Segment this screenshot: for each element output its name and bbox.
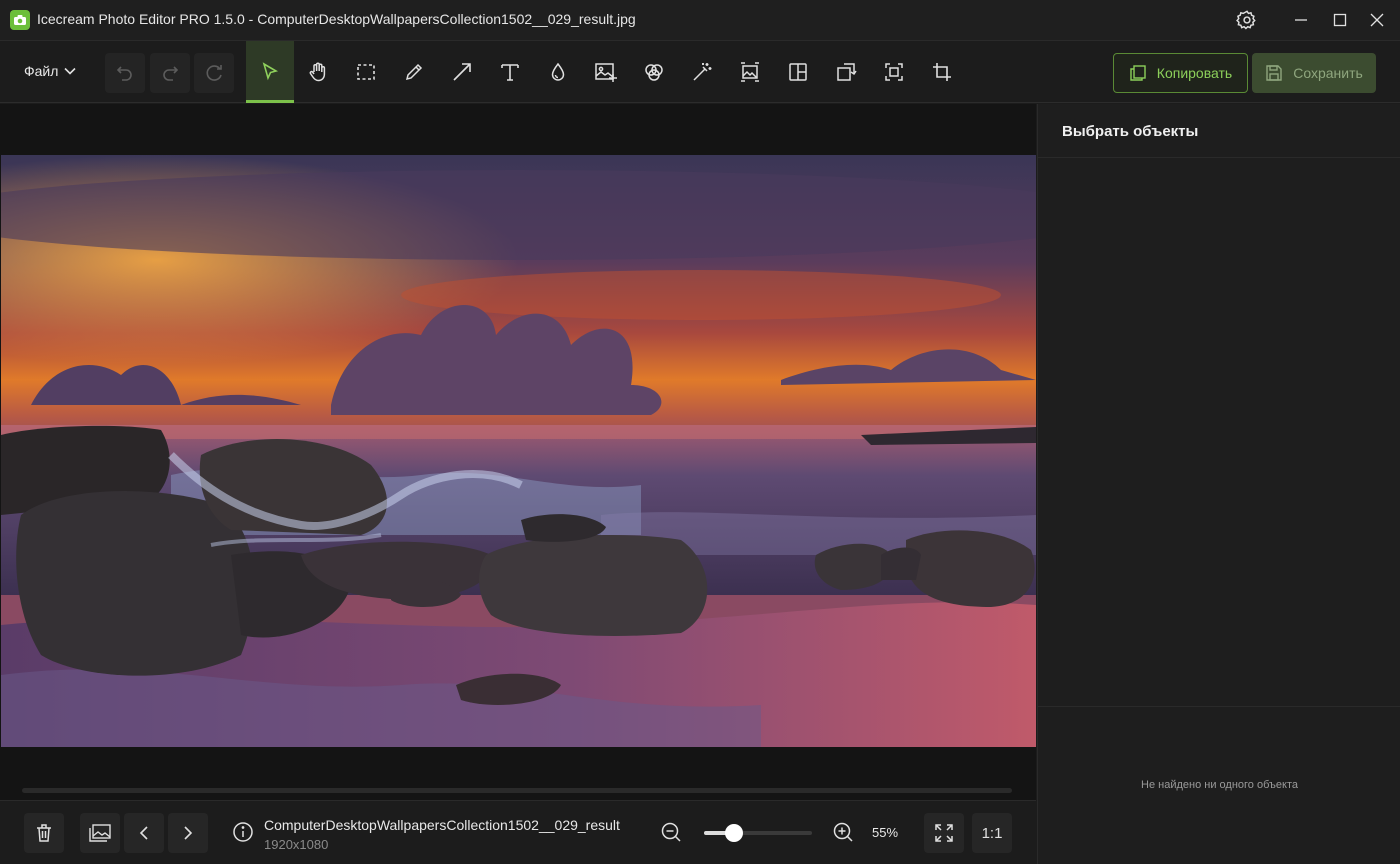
zoom-out-icon[interactable] bbox=[660, 821, 682, 848]
file-menu-label: Файл bbox=[24, 63, 59, 79]
save-icon bbox=[1266, 65, 1282, 81]
rect-select-icon bbox=[357, 64, 375, 80]
magic-wand-icon bbox=[693, 63, 712, 81]
crop-icon bbox=[933, 63, 951, 81]
refresh-icon bbox=[206, 65, 222, 81]
fit-to-screen-button[interactable] bbox=[924, 813, 964, 853]
photo-image bbox=[1, 155, 1036, 747]
app-camera-icon bbox=[10, 10, 30, 30]
zoom-percent: 55% bbox=[872, 825, 899, 840]
window-title: Icecream Photo Editor PRO 1.5.0 - Comput… bbox=[37, 11, 636, 27]
next-image-button[interactable] bbox=[168, 813, 208, 853]
text-tool[interactable] bbox=[486, 41, 534, 103]
zoom-in-icon[interactable] bbox=[832, 821, 854, 848]
file-menu[interactable]: Файл bbox=[24, 63, 76, 79]
collage-icon bbox=[789, 63, 807, 81]
copy-icon bbox=[1130, 65, 1146, 81]
rotate-icon bbox=[837, 63, 857, 81]
horizontal-scrollbar[interactable] bbox=[22, 788, 1012, 793]
prev-image-button[interactable] bbox=[124, 813, 164, 853]
file-name: ComputerDesktopWallpapersCollection1502_… bbox=[264, 817, 620, 833]
delete-button[interactable] bbox=[24, 813, 64, 853]
objects-panel: Выбрать объекты Не найдено ни одного объ… bbox=[1037, 104, 1400, 864]
gallery-button[interactable] bbox=[80, 813, 120, 853]
redo-button[interactable] bbox=[150, 53, 190, 93]
select-tool[interactable] bbox=[246, 41, 294, 103]
frame-icon bbox=[885, 63, 903, 81]
chevron-left-icon bbox=[139, 826, 148, 840]
file-dimensions: 1920x1080 bbox=[264, 837, 329, 852]
undo-icon bbox=[116, 66, 132, 81]
editor-canvas[interactable] bbox=[0, 104, 1036, 800]
arrow-icon bbox=[453, 63, 471, 81]
arrow-tool[interactable] bbox=[438, 41, 486, 103]
info-icon[interactable] bbox=[232, 821, 254, 848]
settings-gear-icon[interactable] bbox=[1224, 0, 1270, 40]
zoom-slider-thumb[interactable] bbox=[725, 824, 744, 842]
pencil-icon bbox=[405, 63, 423, 81]
hand-icon bbox=[309, 62, 326, 82]
image-add-icon bbox=[595, 63, 617, 82]
filters-tool[interactable] bbox=[630, 41, 678, 103]
panel-title: Выбрать объекты bbox=[1062, 123, 1199, 140]
chevron-down-icon bbox=[64, 67, 76, 75]
save-button-label: Сохранить bbox=[1293, 65, 1363, 81]
drop-icon bbox=[551, 62, 565, 81]
main-toolbar: Файл Копировать Сохранить bbox=[0, 40, 1400, 103]
text-icon bbox=[501, 64, 519, 81]
hand-tool[interactable] bbox=[294, 41, 342, 103]
reset-button[interactable] bbox=[194, 53, 234, 93]
filters-icon bbox=[645, 64, 663, 81]
panel-divider bbox=[1038, 706, 1400, 707]
crop-tool[interactable] bbox=[918, 41, 966, 103]
add-image-tool[interactable] bbox=[582, 41, 630, 103]
save-button[interactable]: Сохранить bbox=[1252, 53, 1376, 93]
draw-tool[interactable] bbox=[390, 41, 438, 103]
copy-button-label: Копировать bbox=[1156, 65, 1233, 81]
actual-size-label: 1:1 bbox=[981, 824, 1003, 842]
panel-divider bbox=[1038, 157, 1400, 158]
collage-tool[interactable] bbox=[774, 41, 822, 103]
chevron-right-icon bbox=[184, 826, 193, 840]
magic-wand-tool[interactable] bbox=[678, 41, 726, 103]
redo-icon bbox=[163, 66, 179, 81]
actual-size-button[interactable]: 1:1 bbox=[972, 813, 1012, 853]
select-icon bbox=[262, 62, 279, 81]
trash-icon bbox=[37, 824, 51, 842]
zoom-slider[interactable] bbox=[704, 824, 812, 842]
blur-tool[interactable] bbox=[534, 41, 582, 103]
resize-tool[interactable] bbox=[726, 41, 774, 103]
undo-button[interactable] bbox=[105, 53, 145, 93]
rect-select-tool[interactable] bbox=[342, 41, 390, 103]
bottom-bar: ComputerDesktopWallpapersCollection1502_… bbox=[0, 800, 1036, 864]
gallery-icon bbox=[89, 824, 111, 842]
rotate-tool[interactable] bbox=[822, 41, 870, 103]
close-icon[interactable] bbox=[1354, 0, 1400, 40]
empty-state-text: Не найдено ни одного объекта bbox=[1141, 779, 1298, 791]
copy-button[interactable]: Копировать bbox=[1113, 53, 1248, 93]
resize-icon bbox=[741, 62, 759, 82]
frame-tool[interactable] bbox=[870, 41, 918, 103]
fullscreen-icon bbox=[935, 824, 953, 842]
title-bar: Icecream Photo Editor PRO 1.5.0 - Comput… bbox=[0, 0, 1400, 40]
